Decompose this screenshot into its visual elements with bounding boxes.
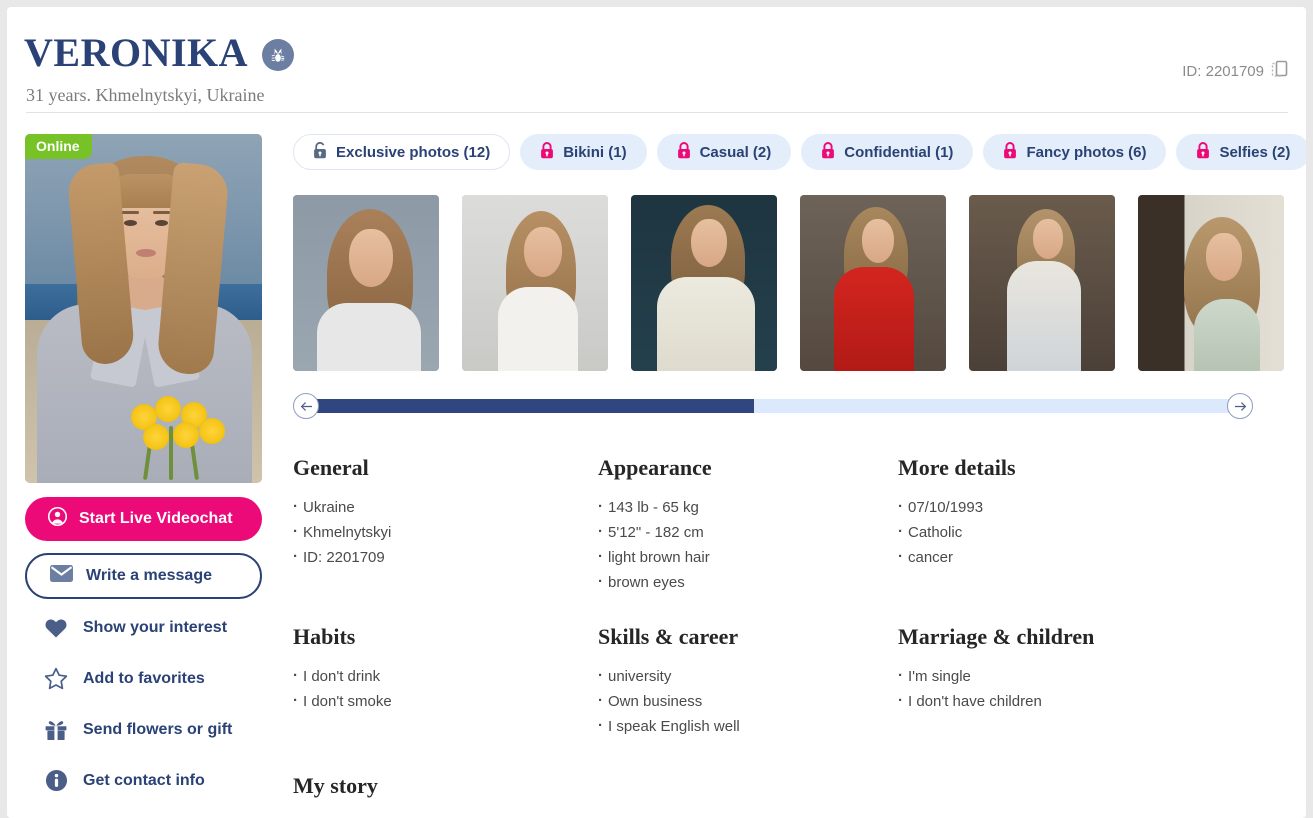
heart-icon <box>43 617 69 639</box>
detail-item: 07/10/1993 <box>898 494 1273 520</box>
lock-icon <box>677 141 691 163</box>
profile-main: Exclusive photos (12) Bikini (1) Casual … <box>293 134 1306 818</box>
detail-item: cancer <box>898 544 1273 570</box>
photo-thumbnail[interactable] <box>293 195 439 371</box>
webcam-icon <box>47 506 68 532</box>
tab-selfies[interactable]: Selfies (2) <box>1176 134 1306 170</box>
tab-bikini[interactable]: Bikini (1) <box>520 134 647 170</box>
sidebar-item-show-interest[interactable]: Show your interest <box>25 605 262 650</box>
detail-item: brown eyes <box>598 569 898 595</box>
detail-item: 5'12" - 182 cm <box>598 519 898 545</box>
sidebar-item-label: Show your interest <box>83 618 228 636</box>
profile-sidebar: Online Start Live Videochat Write a mess… <box>25 134 280 818</box>
sidebar-item-send-flowers[interactable]: Send flowers or gift <box>25 707 262 752</box>
tab-label: Bikini (1) <box>563 143 627 161</box>
envelope-icon <box>49 564 74 588</box>
details-section-marriage-children: Marriage & children I'm single I don't h… <box>898 624 1273 739</box>
write-message-label: Write a message <box>86 567 212 584</box>
profile-page: VERONIKA 31 years. Khmelnytskyi, Ukraine… <box>7 7 1306 818</box>
photo-thumbnail[interactable] <box>800 195 946 371</box>
detail-item: I don't have children <box>898 688 1273 714</box>
copy-icon[interactable] <box>1271 59 1288 83</box>
detail-item: Khmelnytskyi <box>293 519 598 545</box>
profile-id-label: ID: 2201709 <box>1182 62 1264 80</box>
cancer-crab-icon <box>262 38 295 71</box>
lock-icon <box>540 141 554 163</box>
lock-icon <box>821 141 835 163</box>
photo-thumbnail-strip <box>293 195 1306 371</box>
details-section-habits: Habits I don't drink I don't smoke <box>293 624 598 739</box>
page-title: VERONIKA <box>24 30 249 75</box>
tab-exclusive-photos[interactable]: Exclusive photos (12) <box>293 134 511 170</box>
tab-label: Confidential (1) <box>844 143 954 161</box>
status-badge: Online <box>25 134 92 159</box>
detail-item: ID: 2201709 <box>293 544 598 570</box>
tab-label: Exclusive photos (12) <box>336 143 491 161</box>
section-heading: My story <box>293 773 378 798</box>
detail-item: I speak English well <box>598 713 898 739</box>
star-icon <box>43 667 69 690</box>
lock-icon <box>1003 141 1017 163</box>
detail-item: light brown hair <box>598 544 898 570</box>
sidebar-item-add-favorites[interactable]: Add to favorites <box>25 656 262 701</box>
main-profile-photo[interactable]: Online <box>25 134 262 483</box>
detail-item: university <box>598 663 898 689</box>
profile-details-grid: General Ukraine Khmelnytskyi ID: 2201709… <box>293 455 1273 739</box>
sidebar-item-virtual-gift[interactable]: Send virtual gift <box>25 809 262 818</box>
detail-item: I don't drink <box>293 663 598 689</box>
my-story-section: My story I am a beautiful, gentle, calm … <box>293 773 1253 818</box>
photo-category-tabs: Exclusive photos (12) Bikini (1) Casual … <box>293 134 1306 170</box>
profile-name-row: VERONIKA <box>24 29 295 76</box>
detail-item: Ukraine <box>293 494 598 520</box>
carousel-scrollbar[interactable] <box>310 399 1236 413</box>
profile-subtitle: 31 years. Khmelnytskyi, Ukraine <box>26 85 265 105</box>
section-heading: More details <box>898 455 1016 480</box>
carousel-prev-button[interactable] <box>293 393 319 419</box>
details-section-appearance: Appearance 143 lb - 65 kg 5'12" - 182 cm… <box>598 455 898 595</box>
detail-item: Own business <box>598 688 898 714</box>
photo-thumbnail[interactable] <box>969 195 1115 371</box>
tab-label: Casual (2) <box>699 143 772 161</box>
gift-icon <box>43 718 69 741</box>
start-live-videochat-label: Start Live Videochat <box>79 510 233 527</box>
detail-item: I don't smoke <box>293 688 598 714</box>
photo-thumbnail[interactable] <box>462 195 608 371</box>
tab-fancy-photos[interactable]: Fancy photos (6) <box>983 134 1167 170</box>
details-section-more-details: More details 07/10/1993 Catholic cancer <box>898 455 1273 595</box>
tab-casual[interactable]: Casual (2) <box>656 134 792 170</box>
header-divider <box>26 112 1288 113</box>
tab-label: Fancy photos (6) <box>1026 143 1147 161</box>
story-text: I am a beautiful, gentle, calm and emoti… <box>293 813 1253 818</box>
section-heading: General <box>293 455 369 480</box>
section-heading: Appearance <box>598 455 712 480</box>
carousel-next-button[interactable] <box>1227 393 1253 419</box>
section-heading: Habits <box>293 624 356 649</box>
details-section-general: General Ukraine Khmelnytskyi ID: 2201709 <box>293 455 598 595</box>
portrait-image <box>25 134 262 483</box>
page-header: VERONIKA 31 years. Khmelnytskyi, Ukraine… <box>7 7 1306 113</box>
section-heading: Marriage & children <box>898 624 1095 649</box>
write-message-button[interactable]: Write a message <box>25 553 262 599</box>
profile-id-group: ID: 2201709 <box>1182 59 1288 83</box>
detail-item: 143 lb - 65 kg <box>598 494 898 520</box>
details-section-skills-career: Skills & career university Own business … <box>598 624 898 739</box>
sidebar-item-label: Get contact info <box>83 771 205 789</box>
gallery-carousel-controls <box>293 393 1253 419</box>
unlock-icon <box>313 141 327 163</box>
sidebar-item-label: Add to favorites <box>83 669 205 687</box>
start-live-videochat-button[interactable]: Start Live Videochat <box>25 497 262 541</box>
carousel-scrollbar-thumb[interactable] <box>310 399 755 413</box>
tab-label: Selfies (2) <box>1219 143 1291 161</box>
sidebar-item-label: Send flowers or gift <box>83 720 233 738</box>
photo-thumbnail[interactable] <box>1138 195 1284 371</box>
detail-item: I'm single <box>898 663 1273 689</box>
tab-confidential[interactable]: Confidential (1) <box>801 134 974 170</box>
photo-thumbnail[interactable] <box>631 195 777 371</box>
info-icon <box>43 769 69 792</box>
sidebar-item-contact-info[interactable]: Get contact info <box>25 758 262 803</box>
section-heading: Skills & career <box>598 624 739 649</box>
detail-item: Catholic <box>898 519 1273 545</box>
lock-icon <box>1196 141 1210 163</box>
